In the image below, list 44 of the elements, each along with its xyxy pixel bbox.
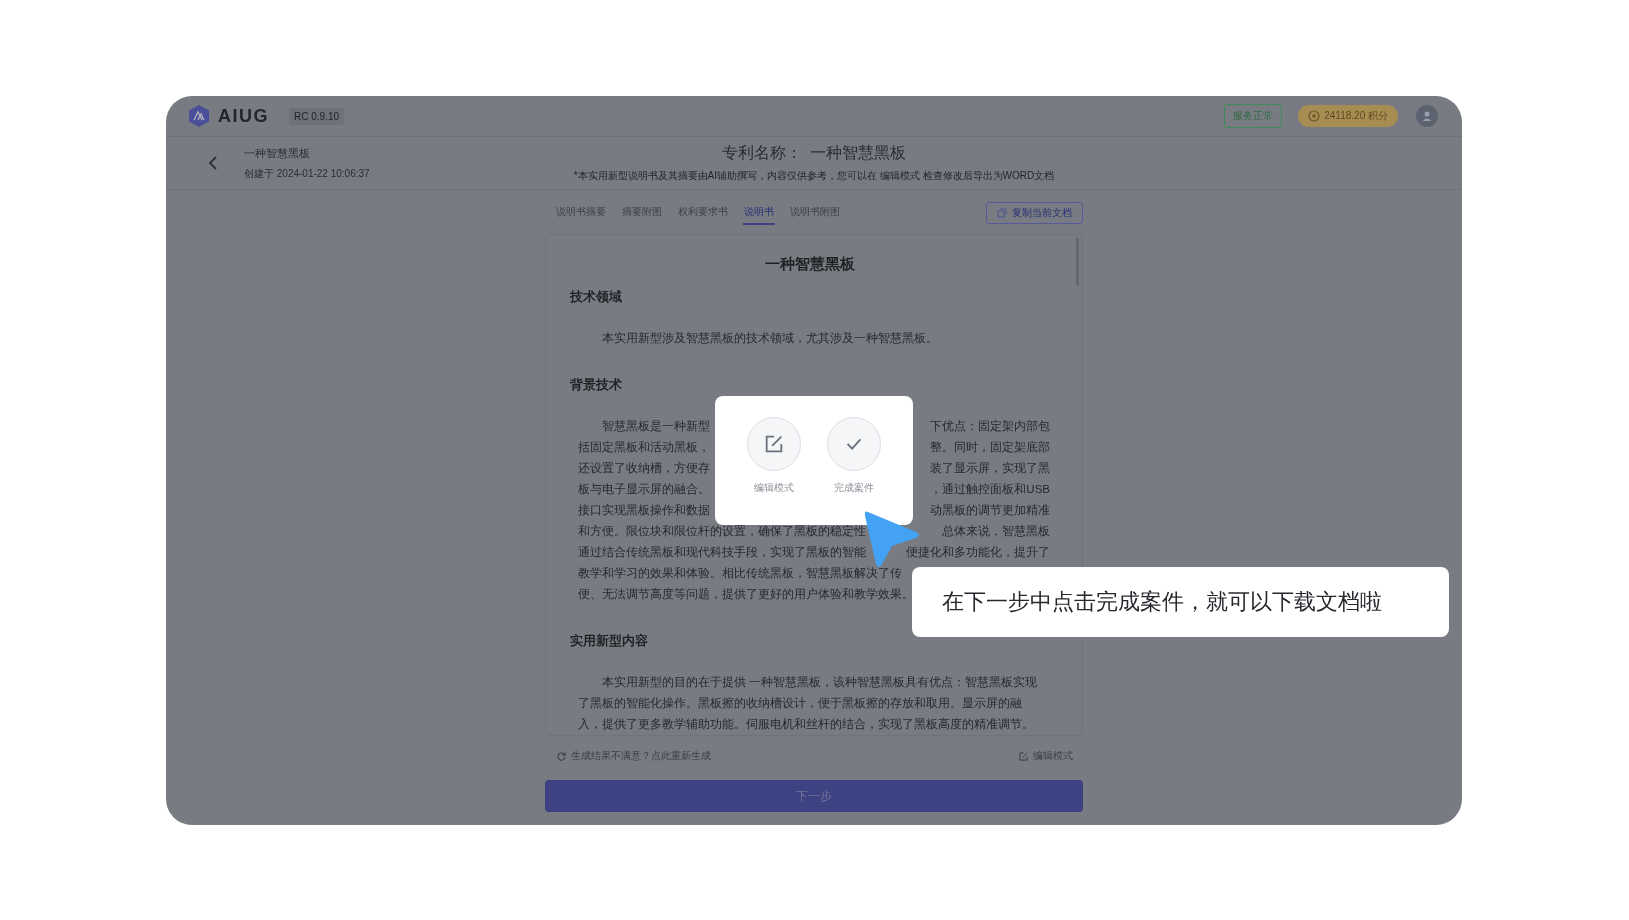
section-heading: 技术领域	[570, 289, 622, 306]
body-text: ，通过触控面板和USB	[930, 482, 1050, 497]
section-heading: 背景技术	[570, 377, 622, 394]
body-text: 接口实现黑板操作和数据	[578, 503, 710, 518]
patent-name: 一种智慧黑板	[810, 143, 906, 163]
body-text: 便捷化和多功能化，提升了	[906, 545, 1050, 560]
points-badge: 24118.20 积分	[1298, 105, 1398, 127]
body-text: 了黑板的智能化操作。黑板擦的收纳槽设计，便于黑板擦的存放和取用。显示屏的融	[578, 696, 1022, 711]
disclaimer-note: *本实用新型说明书及其摘要由AI辅助撰写，内容仅供参考，您可以在 编辑模式 检查修改后导出为WORD文档	[573, 169, 1055, 183]
section-heading: 实用新型内容	[570, 633, 648, 650]
body-text: 总体来说，智慧黑板	[942, 524, 1050, 539]
created-date: 创建于 2024-01-22 10:06:37	[244, 166, 370, 181]
body-text: 本实用新型的目的在于提供 一种智慧黑板，该种智慧黑板具有优点：智慧黑板实现	[602, 675, 1038, 690]
body-text: 括固定黑板和活动黑板，	[578, 440, 710, 455]
body-text: 入，提供了更多教学辅助功能。伺服电机和丝杆的结合，实现了黑板高度的精准调节。	[578, 717, 1034, 732]
logo-icon	[188, 104, 210, 128]
avatar[interactable]	[1416, 105, 1438, 127]
body-text: 整。同时，固定架底部	[930, 440, 1050, 455]
copy-document-button[interactable]: 复制当前文档	[986, 202, 1083, 224]
document-title: 一种智慧黑板	[764, 255, 856, 274]
coin-icon	[1308, 110, 1321, 122]
logo-text: AIUG	[218, 105, 269, 127]
body-text: 智慧黑板是一种新型	[602, 419, 710, 434]
body-text: 本实用新型涉及智慧黑板的技术领域，尤其涉及一种智慧黑板。	[602, 331, 938, 346]
chevron-left-icon	[208, 155, 218, 171]
patent-label: 专利名称：	[722, 143, 802, 163]
body-text: 教学和学习的效果和体验。相比传统黑板，智慧黑板解决了传	[578, 566, 902, 581]
version-badge: RC 0.9.10	[289, 107, 345, 125]
body-text: 还设置了收纳槽，方便存	[578, 461, 710, 476]
body-text: 板与电子显示屏的融合。	[578, 482, 710, 497]
copy-icon	[997, 208, 1007, 218]
tooltip-text: 在下一步中点击完成案件，就可以下载文档啦	[912, 567, 1449, 637]
body-text: 下优点：固定架内部包	[930, 419, 1050, 434]
tab[interactable]: 说明书	[743, 201, 775, 225]
body-text: 动黑板的调节更加精准	[930, 503, 1050, 518]
body-text: 和方便。限位块和限位杆的设置，确保了黑板的稳定性	[578, 524, 866, 539]
refresh-icon	[557, 751, 566, 761]
service-status-badge: 服务正常	[1224, 104, 1283, 128]
body-text: 装了显示屏，实现了黑	[930, 461, 1050, 476]
user-icon	[1421, 110, 1433, 122]
edit-icon	[763, 433, 785, 455]
body-text: 便、无法调节高度等问题，提供了更好的用户体验和教学效果。	[578, 587, 914, 602]
edit-icon	[1019, 751, 1028, 761]
body-text: 通过结合传统黑板和现代科技手段，实现了黑板的智能	[578, 545, 866, 560]
